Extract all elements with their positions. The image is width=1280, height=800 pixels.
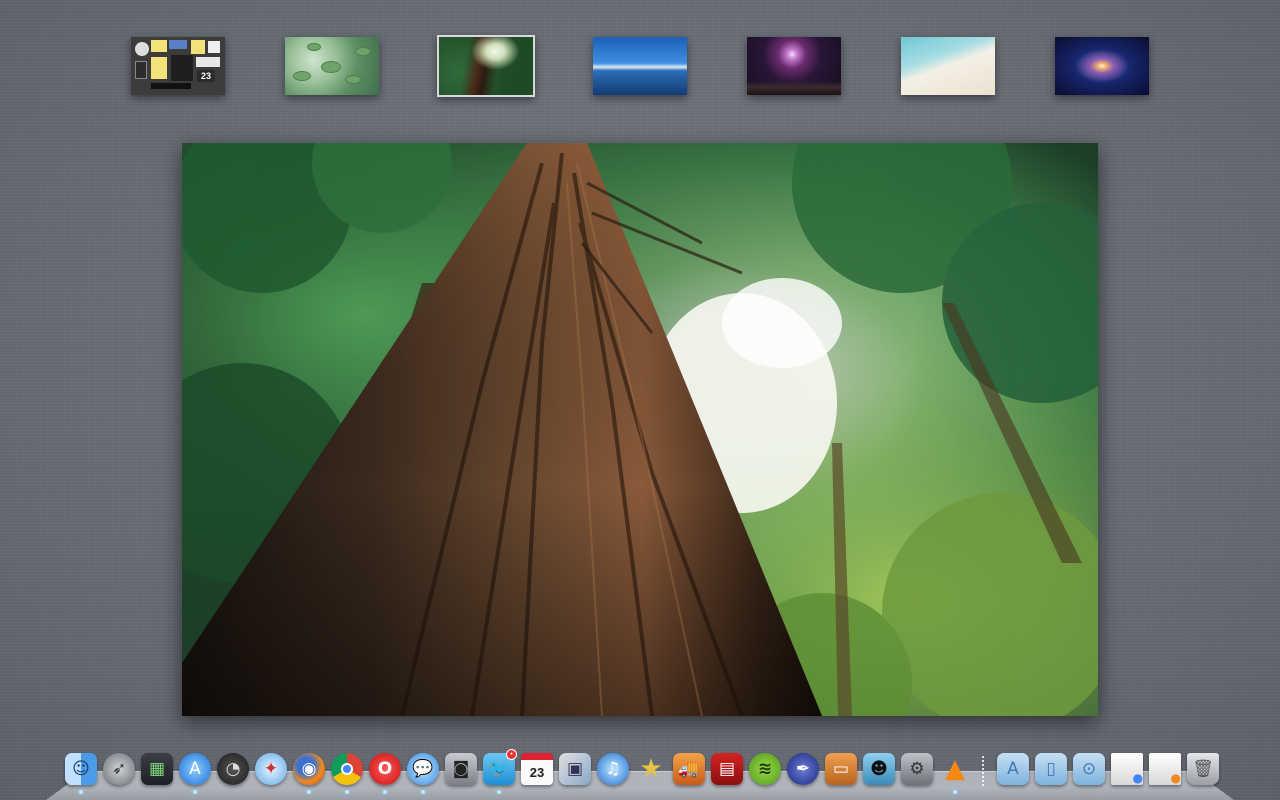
running-indicator	[421, 790, 425, 794]
opera-icon: O	[369, 753, 401, 785]
dock-chrome[interactable]	[330, 750, 364, 794]
dock-opera[interactable]: O	[368, 750, 402, 794]
running-indicator	[953, 790, 957, 794]
space-thumbnail-redwood[interactable]	[437, 35, 535, 97]
finder-icon: ☺	[65, 753, 97, 785]
dock-keynote[interactable]: ▭	[824, 750, 858, 788]
video-camera-icon: ◙	[445, 753, 477, 785]
spotify-icon: ≋	[749, 753, 781, 785]
music-note-icon: ♫	[597, 753, 629, 785]
gear-icon: ⚙	[901, 753, 933, 785]
dock-twitter[interactable]: 🐦 •	[482, 749, 517, 794]
traffic-cone-icon: ▲	[945, 754, 965, 784]
dock-separator	[982, 756, 984, 788]
speech-bubble-icon: 💬	[407, 753, 439, 785]
chrome-icon	[331, 753, 363, 785]
presentation-icon: ▭	[825, 753, 857, 785]
compass-icon: ✦	[255, 753, 287, 785]
running-indicator	[383, 790, 387, 794]
trash-icon: 🗑	[1187, 753, 1219, 785]
dashboard-icon: ◔	[217, 753, 249, 785]
app-store-icon: A	[179, 753, 211, 785]
dock-imovie[interactable]: ★	[634, 750, 668, 788]
photo-booth-icon: ▤	[711, 753, 743, 785]
dock-launchpad[interactable]: ➶	[102, 750, 136, 788]
dock-ninja[interactable]: ☻	[862, 750, 896, 788]
galaxy-preview	[1055, 37, 1149, 95]
dock-app-store[interactable]: A	[178, 750, 212, 794]
running-indicator	[497, 790, 501, 794]
dock-stack-documents[interactable]: ▯	[1034, 750, 1068, 788]
mission-control-icon: ▦	[141, 753, 173, 785]
space-thumbnail-beach[interactable]	[901, 37, 995, 95]
downloads-folder-icon: ⊙	[1073, 753, 1105, 785]
calendar-icon: 23	[521, 753, 553, 785]
dashboard-calendar-day: 23	[197, 70, 215, 82]
truck-icon: 🚚	[673, 753, 705, 785]
space-thumbnail-dashboard[interactable]: 23	[131, 37, 225, 95]
dock-mission-control[interactable]: ▦	[140, 750, 174, 788]
running-indicator	[345, 790, 349, 794]
dock-stack-downloads[interactable]: ⊙	[1072, 750, 1106, 788]
running-indicator	[79, 790, 83, 794]
dock-preview[interactable]: ▣	[558, 750, 592, 788]
dock-minimized-chrome[interactable]: ●	[1110, 750, 1144, 788]
dock-safari[interactable]: ✦	[254, 750, 288, 788]
rocket-icon: ➶	[103, 753, 135, 785]
dock-photo-booth[interactable]: ▤	[710, 750, 744, 788]
quill-icon: ✒	[787, 753, 819, 785]
dock-minimized-firefox[interactable]: ●	[1148, 750, 1182, 788]
minimized-window-icon: ●	[1111, 753, 1143, 785]
redwood-image	[182, 143, 1098, 716]
space-thumbnail-galaxy[interactable]	[1055, 37, 1149, 95]
applications-folder-icon: A	[997, 753, 1029, 785]
documents-folder-icon: ▯	[1035, 753, 1067, 785]
dock-stack-applications[interactable]: A	[996, 750, 1030, 788]
space-thumbnail-lily-pads[interactable]	[285, 37, 379, 95]
mountain-lake-preview	[593, 37, 687, 95]
dock-messages[interactable]: 💬	[406, 750, 440, 794]
star-icon: ★	[639, 754, 663, 784]
wallpaper-preview[interactable]	[182, 143, 1098, 716]
spaces-bar: 23	[0, 0, 1280, 110]
preview-icon: ▣	[559, 753, 591, 785]
running-indicator	[307, 790, 311, 794]
dock-calendar[interactable]: 23	[520, 750, 554, 788]
dock-dashboard[interactable]: ◔	[216, 750, 250, 788]
dock-itunes[interactable]: ♫	[596, 750, 630, 788]
dock: ☺ ➶ ▦ A ◔ ✦ ◉ O 💬 ◙ 🐦 • 23 ▣ ♫ ★ 🚚 ▤ ≋ ✒…	[0, 748, 1280, 800]
dock-finder[interactable]: ☺	[64, 750, 98, 794]
lily-pads-preview	[285, 37, 379, 95]
dock-spotify[interactable]: ≋	[748, 750, 782, 788]
dock-quill[interactable]: ✒	[786, 750, 820, 788]
notification-badge: •	[506, 749, 517, 760]
dock-firefox[interactable]: ◉	[292, 750, 326, 794]
dock-trash[interactable]: 🗑	[1186, 750, 1220, 788]
dock-transmit[interactable]: 🚚	[672, 750, 706, 788]
space-thumbnail-mountain-lake[interactable]	[593, 37, 687, 95]
redwood-preview	[439, 37, 533, 95]
dock-vlc[interactable]: ▲	[938, 750, 972, 794]
minimized-window-icon: ●	[1149, 753, 1181, 785]
dock-facetime[interactable]: ◙	[444, 750, 478, 788]
dock-system-preferences[interactable]: ⚙	[900, 750, 934, 788]
space-thumbnail-fireworks[interactable]	[747, 37, 841, 95]
dashboard-preview: 23	[131, 37, 225, 95]
calendar-day: 23	[529, 764, 545, 780]
fireworks-preview	[747, 37, 841, 95]
firefox-icon: ◉	[293, 753, 325, 785]
running-indicator	[193, 790, 197, 794]
ninja-icon: ☻	[863, 753, 895, 785]
beach-preview	[901, 37, 995, 95]
